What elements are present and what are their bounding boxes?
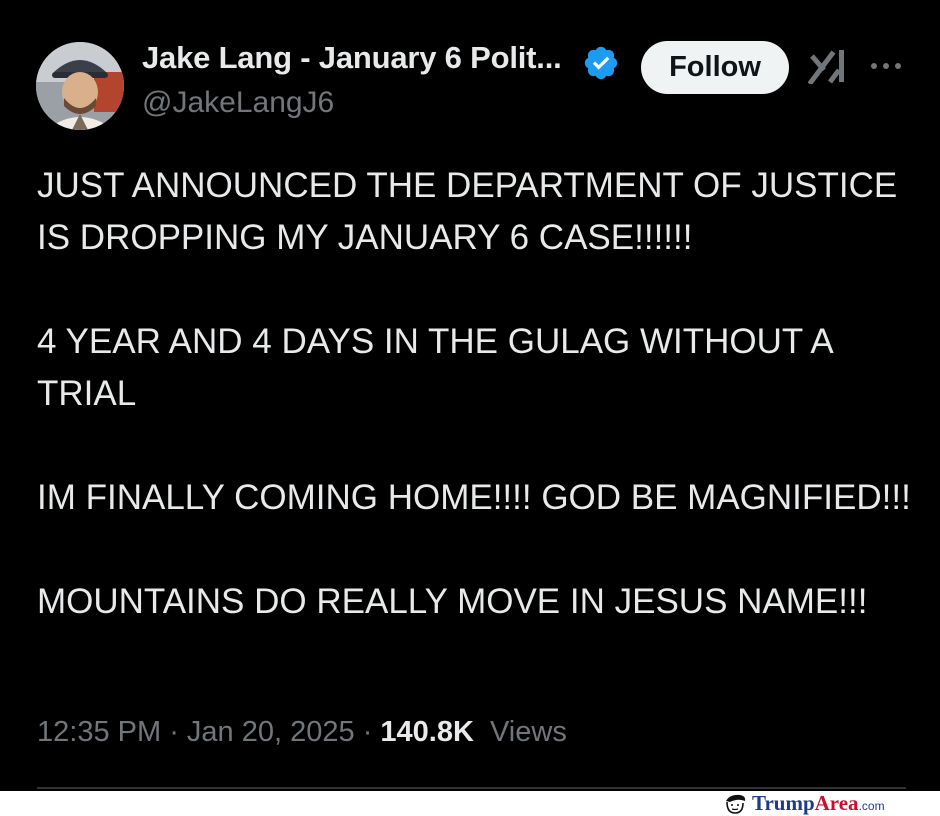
post-date[interactable]: Jan 20, 2025 [187,716,355,748]
author-handle[interactable]: @JakeLangJ6 [142,86,334,120]
follow-button[interactable]: Follow [641,41,789,94]
more-options-icon[interactable] [869,60,903,72]
views-label[interactable]: Views [490,716,567,748]
watermark-accent: Area [814,791,859,815]
avatar-photo-icon [36,42,124,130]
watermark-main: Trump [752,791,815,815]
post-time[interactable]: 12:35 PM [37,716,161,748]
grok-icon[interactable] [808,48,848,84]
verified-badge-icon [584,46,618,80]
tweet-paragraph: JUST ANNOUNCED THE DEPARTMENT OF JUSTICE… [37,166,898,257]
author-avatar[interactable] [36,42,124,130]
separator-dot: · [169,716,187,748]
separator-dot: · [362,716,381,748]
tweet-paragraph: IM FINALLY COMING HOME!!!! GOD BE MAGNIF… [37,478,911,517]
watermark-suffix: .com [858,799,885,813]
tweet-text: JUST ANNOUNCED THE DEPARTMENT OF JUSTICE… [37,160,917,680]
tweet-card: Jake Lang - January 6 Polit... @JakeLang… [0,0,940,791]
trump-face-logo-icon [726,794,746,814]
author-name[interactable]: Jake Lang - January 6 Polit... [142,40,562,76]
tweet-paragraph: MOUNTAINS DO REALLY MOVE IN JESUS NAME!!… [37,582,868,621]
watermark-text: TrumpArea.com [752,791,885,816]
tweet-paragraph: 4 YEAR AND 4 DAYS IN THE GULAG WITHOUT A… [37,322,832,413]
site-watermark: TrumpArea.com [722,791,922,816]
tweet-metadata: 12:35 PM · Jan 20, 2025 · 140.8K Views [37,716,567,749]
views-count[interactable]: 140.8K [380,716,474,748]
divider [37,787,906,789]
